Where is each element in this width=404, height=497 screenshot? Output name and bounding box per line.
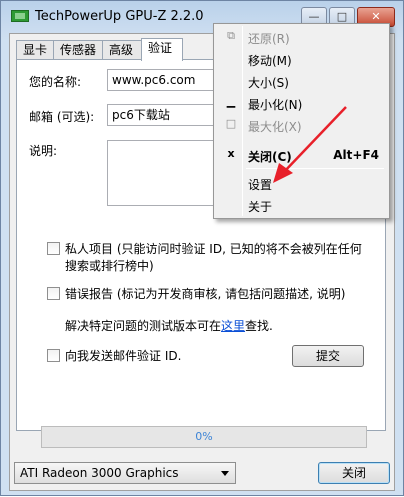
annotation-arrow-shaft bbox=[282, 106, 347, 174]
gpuz-window: TechPowerUp GPU-Z 2.2.0 — □ ✕ 显卡 传感器 高级 … bbox=[0, 0, 404, 496]
annotation-arrow-icon bbox=[273, 106, 347, 183]
tab-validation[interactable]: 验证 bbox=[141, 38, 183, 61]
